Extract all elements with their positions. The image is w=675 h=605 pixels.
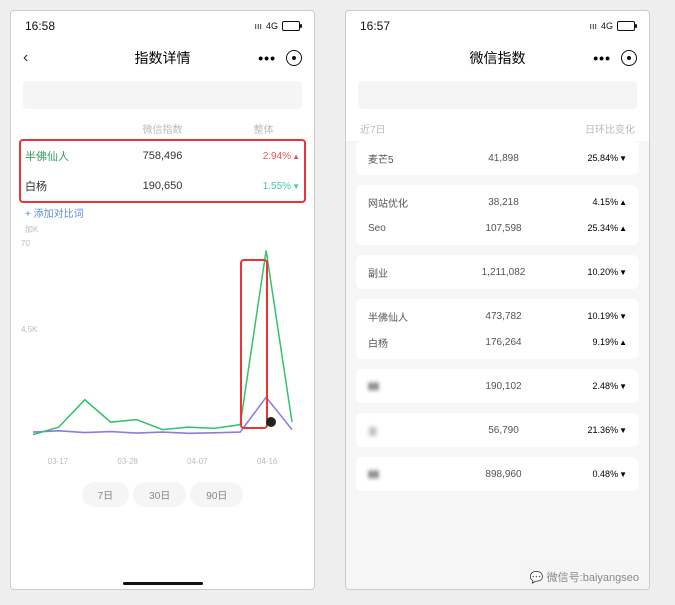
network-label: 4G xyxy=(601,21,613,31)
row-value: 176,264 xyxy=(432,337,575,348)
list-card[interactable]: ▮▮ 190,102 2.48%▼ xyxy=(356,369,639,403)
list-row: 半佛仙人 473,782 10.19%▼ xyxy=(356,303,639,329)
row-value: 473,782 xyxy=(432,311,575,322)
row-value: 56,790 xyxy=(432,425,575,436)
battery-icon xyxy=(617,21,635,31)
row-label: 半佛仙人 xyxy=(368,309,432,324)
row-value: 190,650 xyxy=(85,180,240,192)
list-row: 网站优化 38,218 4.15%▲ xyxy=(356,189,639,215)
range-buttons: 7日 30日 90日 xyxy=(11,482,314,507)
range-30d[interactable]: 30日 xyxy=(133,482,186,507)
line-chart[interactable]: 70 4,5K xyxy=(23,235,302,455)
list-body: 麦芒5 41,898 25.84%▼网站优化 38,218 4.15%▲Seo … xyxy=(346,141,649,589)
row-value: 898,960 xyxy=(432,469,575,480)
row-change: 21.36%▼ xyxy=(575,425,627,435)
y-axis-unit: 加K xyxy=(11,224,314,235)
row-label: Seo xyxy=(368,223,432,234)
network-label: 4G xyxy=(266,21,278,31)
target-icon[interactable] xyxy=(286,50,302,66)
row-change: 0.48%▼ xyxy=(575,469,627,479)
list-header: 近7日 日环比变化 xyxy=(346,115,649,141)
list-row: ▮▮ 190,102 2.48%▼ xyxy=(356,373,639,399)
row-label: 白杨 xyxy=(25,178,85,194)
row-change: 10.19%▼ xyxy=(575,311,627,321)
tab-wechat-index[interactable]: 微信指数 xyxy=(112,121,213,136)
status-bar: 16:57 ııı 4G xyxy=(346,11,649,41)
row-value: 107,598 xyxy=(432,223,575,234)
back-button[interactable]: ‹ xyxy=(23,49,28,67)
more-icon[interactable]: ••• xyxy=(593,50,611,66)
range-90d[interactable]: 90日 xyxy=(190,482,243,507)
y-tick: 4,5K xyxy=(21,325,37,334)
status-time: 16:58 xyxy=(25,19,55,33)
row-change: 4.15%▲ xyxy=(575,197,627,207)
row-label: 副业 xyxy=(368,265,432,280)
row-label: 网站优化 xyxy=(368,195,432,210)
row-change: 25.34%▲ xyxy=(575,223,627,233)
signal-icon: ııı xyxy=(589,21,597,31)
row-change: 10.20%▼ xyxy=(575,267,627,277)
list-card[interactable]: 女 56,790 21.36%▼ xyxy=(356,413,639,447)
list-row: ▮▮ 898,960 0.48%▼ xyxy=(356,461,639,487)
status-time: 16:57 xyxy=(360,19,390,33)
signal-icon: ııı xyxy=(254,21,262,31)
tab-row: 微信指数 整体 xyxy=(11,115,314,141)
y-tick: 70 xyxy=(21,239,30,248)
chart-cursor-dot xyxy=(266,417,276,427)
search-input[interactable] xyxy=(23,81,302,109)
x-axis-ticks: 03-17 03-28 04-07 04-16 xyxy=(23,457,302,466)
list-card[interactable]: 副业 1,211,082 10.20%▼ xyxy=(356,255,639,289)
status-bar: 16:58 ııı 4G xyxy=(11,11,314,41)
row-change: 2.94%▲ xyxy=(240,151,300,162)
row-change: 25.84%▼ xyxy=(575,153,627,163)
list-row: 麦芒5 41,898 25.84%▼ xyxy=(356,145,639,171)
row-label: 半佛仙人 xyxy=(25,148,85,164)
range-7d[interactable]: 7日 xyxy=(82,482,130,507)
list-card[interactable]: 麦芒5 41,898 25.84%▼ xyxy=(356,141,639,175)
target-icon[interactable] xyxy=(621,50,637,66)
row-label: ▮▮ xyxy=(368,381,432,392)
list-row: 副业 1,211,082 10.20%▼ xyxy=(356,259,639,285)
nav-bar: 微信指数 ••• xyxy=(346,41,649,75)
list-row: Seo 107,598 25.34%▲ xyxy=(356,215,639,241)
row-change: 9.19%▲ xyxy=(575,337,627,347)
row-value: 1,211,082 xyxy=(432,267,575,278)
row-value: 758,496 xyxy=(85,150,240,162)
list-card[interactable]: 半佛仙人 473,782 10.19%▼白杨 176,264 9.19%▲ xyxy=(356,299,639,359)
list-row: 白杨 176,264 9.19%▲ xyxy=(356,329,639,355)
wechat-icon: 💬 xyxy=(530,572,544,584)
data-row[interactable]: 半佛仙人 758,496 2.94%▲ xyxy=(11,141,314,171)
row-value: 41,898 xyxy=(432,153,575,164)
data-row[interactable]: 白杨 190,650 1.55%▼ xyxy=(11,171,314,201)
row-value: 38,218 xyxy=(432,197,575,208)
row-label: 麦芒5 xyxy=(368,151,432,166)
row-value: 190,102 xyxy=(432,381,575,392)
phone-index-list: 16:57 ııı 4G 微信指数 ••• 近7日 日环比变化 麦芒5 41,8… xyxy=(345,10,650,590)
nav-bar: ‹ 指数详情 ••• xyxy=(11,41,314,75)
row-change: 2.48%▼ xyxy=(575,381,627,391)
list-card[interactable]: 网站优化 38,218 4.15%▲Seo 107,598 25.34%▲ xyxy=(356,185,639,245)
row-label: 女 xyxy=(368,423,432,438)
tab-overall[interactable]: 整体 xyxy=(213,121,314,136)
home-indicator xyxy=(123,582,203,585)
search-input[interactable] xyxy=(358,81,637,109)
list-row: 女 56,790 21.36%▼ xyxy=(356,417,639,443)
battery-icon xyxy=(282,21,300,31)
row-label: ▮▮ xyxy=(368,469,432,480)
list-card[interactable]: ▮▮ 898,960 0.48%▼ xyxy=(356,457,639,491)
phone-index-detail: 16:58 ııı 4G ‹ 指数详情 ••• 微信指数 整体 半佛仙人 758… xyxy=(10,10,315,590)
add-compare-link[interactable]: + 添加对比词 xyxy=(11,201,314,224)
more-icon[interactable]: ••• xyxy=(258,50,276,66)
row-label: 白杨 xyxy=(368,335,432,350)
footer-watermark: 💬 微信号:baiyangseo xyxy=(520,565,649,589)
row-change: 1.55%▼ xyxy=(240,181,300,192)
